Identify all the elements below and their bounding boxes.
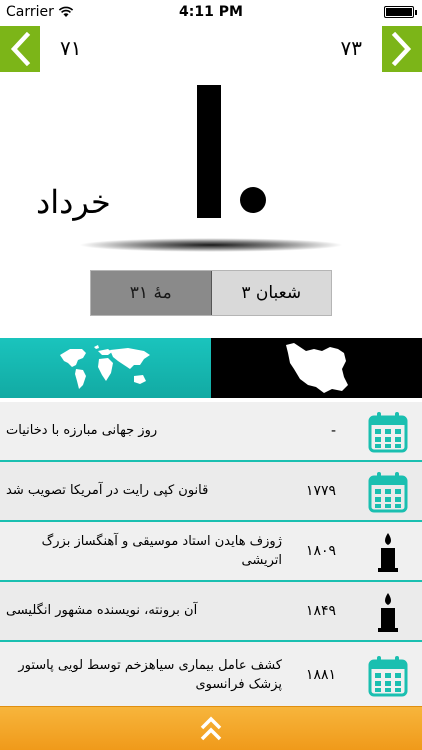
- day-number: [197, 85, 266, 218]
- candle-icon: [378, 533, 398, 572]
- event-year: ۱۷۷۹: [305, 483, 336, 499]
- event-text: قانون کپی رایت در آمریکا تصویب شد: [6, 483, 209, 499]
- calendar-toggle: ۳۱ مهٔ ۳ شعبان: [90, 270, 332, 316]
- event-year: ۱۸۴۹: [305, 603, 336, 619]
- event-year: ۱۸۰۹: [305, 543, 336, 559]
- list-item[interactable]: ۱۷۷۹ قانون کپی رایت در آمریکا تصویب شد: [0, 462, 422, 522]
- calendar-icon: [368, 472, 408, 513]
- battery-icon: [384, 6, 417, 18]
- month-name: خرداد: [36, 183, 111, 221]
- divider-shadow: [78, 238, 344, 252]
- next-day-number: ۷۳: [340, 36, 362, 60]
- tab-world[interactable]: [0, 338, 211, 398]
- previous-day-button[interactable]: [0, 26, 40, 72]
- hijri-date-segment[interactable]: ۳ شعبان: [211, 271, 331, 315]
- calendar-icon: [368, 412, 408, 453]
- list-item[interactable]: ۱۸۴۹ آن برونته، نویسنده مشهور انگلیسی: [0, 582, 422, 642]
- events-list: - روز جهانی مبارزه با دخانیات ۱۷۷۹ قانون…: [0, 402, 422, 710]
- list-item[interactable]: ۱۸۰۹ ژوزف هایدن استاد موسیقی و آهنگساز ب…: [0, 522, 422, 582]
- event-text: ژوزف هایدن استاد موسیقی و آهنگساز بزرگ ا…: [41, 533, 282, 569]
- status-time: 4:11 PM: [179, 4, 243, 20]
- chevron-right-icon: [391, 32, 412, 66]
- chevron-left-icon: [10, 32, 31, 66]
- double-chevron-up-icon: [200, 716, 222, 740]
- previous-day-number: ۷۱: [60, 36, 82, 60]
- next-day-button[interactable]: [382, 26, 422, 72]
- gregorian-date-segment[interactable]: ۳۱ مهٔ: [91, 271, 212, 315]
- iran-map-icon: [285, 343, 348, 393]
- world-map-icon: [59, 345, 150, 389]
- list-item[interactable]: ۱۸۸۱ کشف عامل بیماری سیاهزخم توسط لویی پ…: [0, 642, 422, 710]
- event-text: روز جهانی مبارزه با دخانیات: [6, 423, 158, 439]
- list-item[interactable]: - روز جهانی مبارزه با دخانیات: [0, 402, 422, 462]
- tab-iran[interactable]: [211, 338, 422, 398]
- candle-icon: [378, 593, 398, 632]
- event-text: آن برونته، نویسنده مشهور انگلیسی: [6, 603, 198, 619]
- calendar-icon: [368, 656, 408, 697]
- expand-list-button[interactable]: [0, 706, 422, 750]
- status-bar: Carrier 4:11 PM: [0, 0, 422, 24]
- event-year: -: [330, 423, 336, 439]
- event-year: ۱۸۸۱: [305, 667, 336, 683]
- event-text: کشف عامل بیماری سیاهزخم توسط لویی پاستور…: [18, 657, 282, 693]
- scope-tabs: [0, 338, 422, 398]
